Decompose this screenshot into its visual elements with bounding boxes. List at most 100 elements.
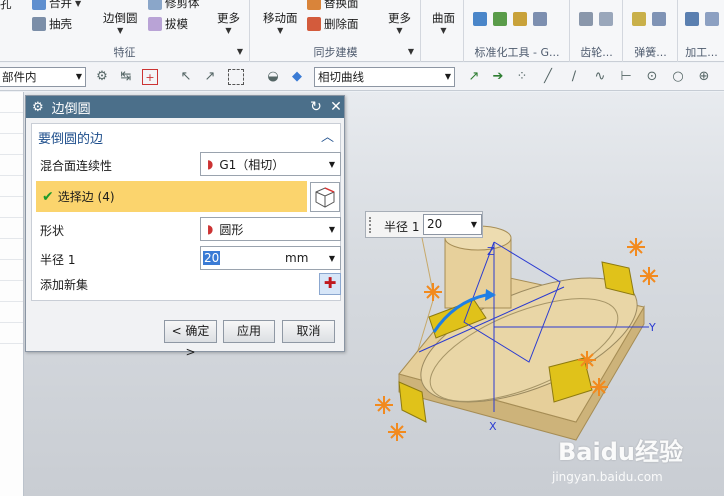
continuity-select[interactable]: ◗ G1（相切） ▼ <box>200 152 341 176</box>
snap-h-icon[interactable]: ⊙ <box>644 69 660 85</box>
add-new-set-button[interactable]: ✚ <box>319 273 341 295</box>
machining-icons <box>685 12 719 26</box>
more-label: 更多 <box>217 11 240 25</box>
tool-4-icon[interactable] <box>533 12 547 26</box>
tool-2-icon[interactable] <box>493 12 507 26</box>
selection-toolbar: 部件内 ▼ ⚙ ↹ + ↖ ↗ ◒ ◆ 相切曲线 ▼ ↗ ➔ ⁘ ╱ ∕ ∿ ⊢… <box>0 63 724 91</box>
nav-row[interactable] <box>0 302 23 323</box>
trim-body-label: 修剪体 <box>165 0 200 10</box>
nav-row[interactable] <box>0 323 23 344</box>
edge-blend-label: 边倒圆 <box>103 11 138 25</box>
feature-group: 孔 合并 ▼ 抽壳 边倒圆 ▼ 修剪体 拔模 更多 ▼ 特征 ▼ <box>0 0 250 62</box>
nav-row[interactable] <box>0 239 23 260</box>
trim-body-button[interactable]: 修剪体 <box>148 0 200 11</box>
radius-unit: mm <box>285 251 309 265</box>
cube-icon[interactable]: ◆ <box>289 69 305 85</box>
gear-icons <box>579 12 613 26</box>
nav-row[interactable] <box>0 218 23 239</box>
edge-blend-button[interactable]: 边倒圆 ▼ <box>103 10 138 35</box>
curve-rule-select[interactable]: 相切曲线 ▼ <box>314 67 455 87</box>
spring-icon[interactable] <box>632 12 646 26</box>
machining-2-icon[interactable] <box>705 12 719 26</box>
select-ptr-icon[interactable]: ↖ <box>178 69 194 85</box>
draft-icon <box>148 17 162 31</box>
box-select-icon[interactable] <box>228 69 244 85</box>
nav-row[interactable] <box>0 155 23 176</box>
snap-j-icon[interactable]: ⊕ <box>696 69 712 85</box>
snap-a-icon[interactable]: ↗ <box>466 69 482 85</box>
nav-row[interactable] <box>0 134 23 155</box>
snap-b-icon[interactable]: ➔ <box>490 69 506 85</box>
snap-c-icon[interactable]: ⁘ <box>514 69 530 85</box>
select-object-icon[interactable]: + <box>142 69 158 85</box>
nav-row[interactable] <box>0 197 23 218</box>
move-face-button[interactable]: 移动面 ▼ <box>263 10 298 35</box>
marker-icon <box>627 238 645 256</box>
filter-select[interactable]: 部件内 ▼ <box>0 67 86 87</box>
marker-icon <box>375 396 393 414</box>
standard-tools-label: 标准化工具 - G... <box>474 46 560 59</box>
float-radius-field[interactable]: 20 ▼ <box>423 214 482 235</box>
surface-button[interactable]: 曲面 ▼ <box>432 10 455 35</box>
shell-label: 抽壳 <box>49 17 72 31</box>
replace-face-button[interactable]: 替换面 <box>307 0 359 11</box>
dialog-title: 边倒圆 <box>51 101 91 117</box>
chevron-down-icon: ▼ <box>396 26 403 35</box>
select-edge-row[interactable]: ✔ 选择边 (4) <box>36 181 307 212</box>
solid-icon[interactable]: ◒ <box>265 69 281 85</box>
apply-button[interactable]: 应用 <box>223 320 275 343</box>
snap-2-icon[interactable]: ↹ <box>118 69 134 85</box>
filter-select-value: 部件内 <box>2 70 37 84</box>
unite-button[interactable]: 合并 ▼ <box>32 0 81 11</box>
tool-3-icon[interactable] <box>513 12 527 26</box>
spring-2-icon[interactable] <box>652 12 666 26</box>
snap-e-icon[interactable]: ∕ <box>566 69 582 85</box>
select-ptr-2-icon[interactable]: ↗ <box>202 69 218 85</box>
group-menu-icon[interactable]: ▼ <box>408 47 414 56</box>
more-sync-button[interactable]: 更多 ▼ <box>388 10 411 35</box>
feature-group-label: 特征 <box>113 46 136 59</box>
close-icon[interactable]: ✕ <box>327 98 345 116</box>
draft-button[interactable]: 拔模 <box>148 16 188 32</box>
nav-row[interactable] <box>0 92 23 113</box>
gear-2-icon[interactable] <box>599 12 613 26</box>
machining-group-label: 加工... <box>685 46 718 59</box>
ok-button[interactable]: < 确定 > <box>164 320 217 359</box>
radius-input[interactable]: 20 mm ▼ <box>200 246 341 270</box>
delete-face-button[interactable]: 删除面 <box>307 16 359 32</box>
dialog-title-bar[interactable]: ⚙ 边倒圆 ↻ ✕ <box>26 96 344 118</box>
group-menu-icon[interactable]: ▼ <box>237 47 243 56</box>
section-title: 要倒圆的边 <box>38 132 104 147</box>
snap-f-icon[interactable]: ∿ <box>592 69 608 85</box>
edge-select-button[interactable] <box>310 182 340 212</box>
nav-row[interactable] <box>0 176 23 197</box>
snap-1-icon[interactable]: ⚙ <box>94 69 110 85</box>
snap-i-icon[interactable]: ○ <box>670 69 686 85</box>
gear-icon[interactable] <box>579 12 593 26</box>
nav-row[interactable] <box>0 260 23 281</box>
unite-label: 合并 <box>49 0 72 10</box>
chevron-down-icon: ▼ <box>75 72 82 81</box>
machining-icon[interactable] <box>685 12 699 26</box>
shape-icon: ◗ <box>207 222 214 236</box>
move-face-label: 移动面 <box>263 11 298 25</box>
shell-button[interactable]: 抽壳 <box>32 16 72 32</box>
tool-1-icon[interactable] <box>473 12 487 26</box>
shape-select[interactable]: ◗ 圆形 ▼ <box>200 217 341 241</box>
snap-g-icon[interactable]: ⊢ <box>618 69 634 85</box>
more-label: 更多 <box>388 11 411 25</box>
nav-row[interactable] <box>0 281 23 302</box>
nav-row[interactable] <box>0 113 23 134</box>
snap-d-icon[interactable]: ╱ <box>540 69 556 85</box>
radius-label: 半径 1 <box>40 253 76 267</box>
gear-icon[interactable]: ⚙ <box>32 100 44 115</box>
reset-icon[interactable]: ↻ <box>307 98 325 116</box>
collapse-icon[interactable]: ︿ <box>321 126 334 145</box>
cancel-button[interactable]: 取消 <box>282 320 335 343</box>
standard-tools-icons <box>473 12 547 26</box>
drag-handle[interactable] <box>369 217 373 233</box>
chevron-down-icon: ▼ <box>444 72 451 81</box>
draft-label: 拔模 <box>165 17 188 31</box>
more-features-button[interactable]: 更多 ▼ <box>217 10 240 35</box>
hole-button[interactable]: 孔 <box>0 0 12 12</box>
